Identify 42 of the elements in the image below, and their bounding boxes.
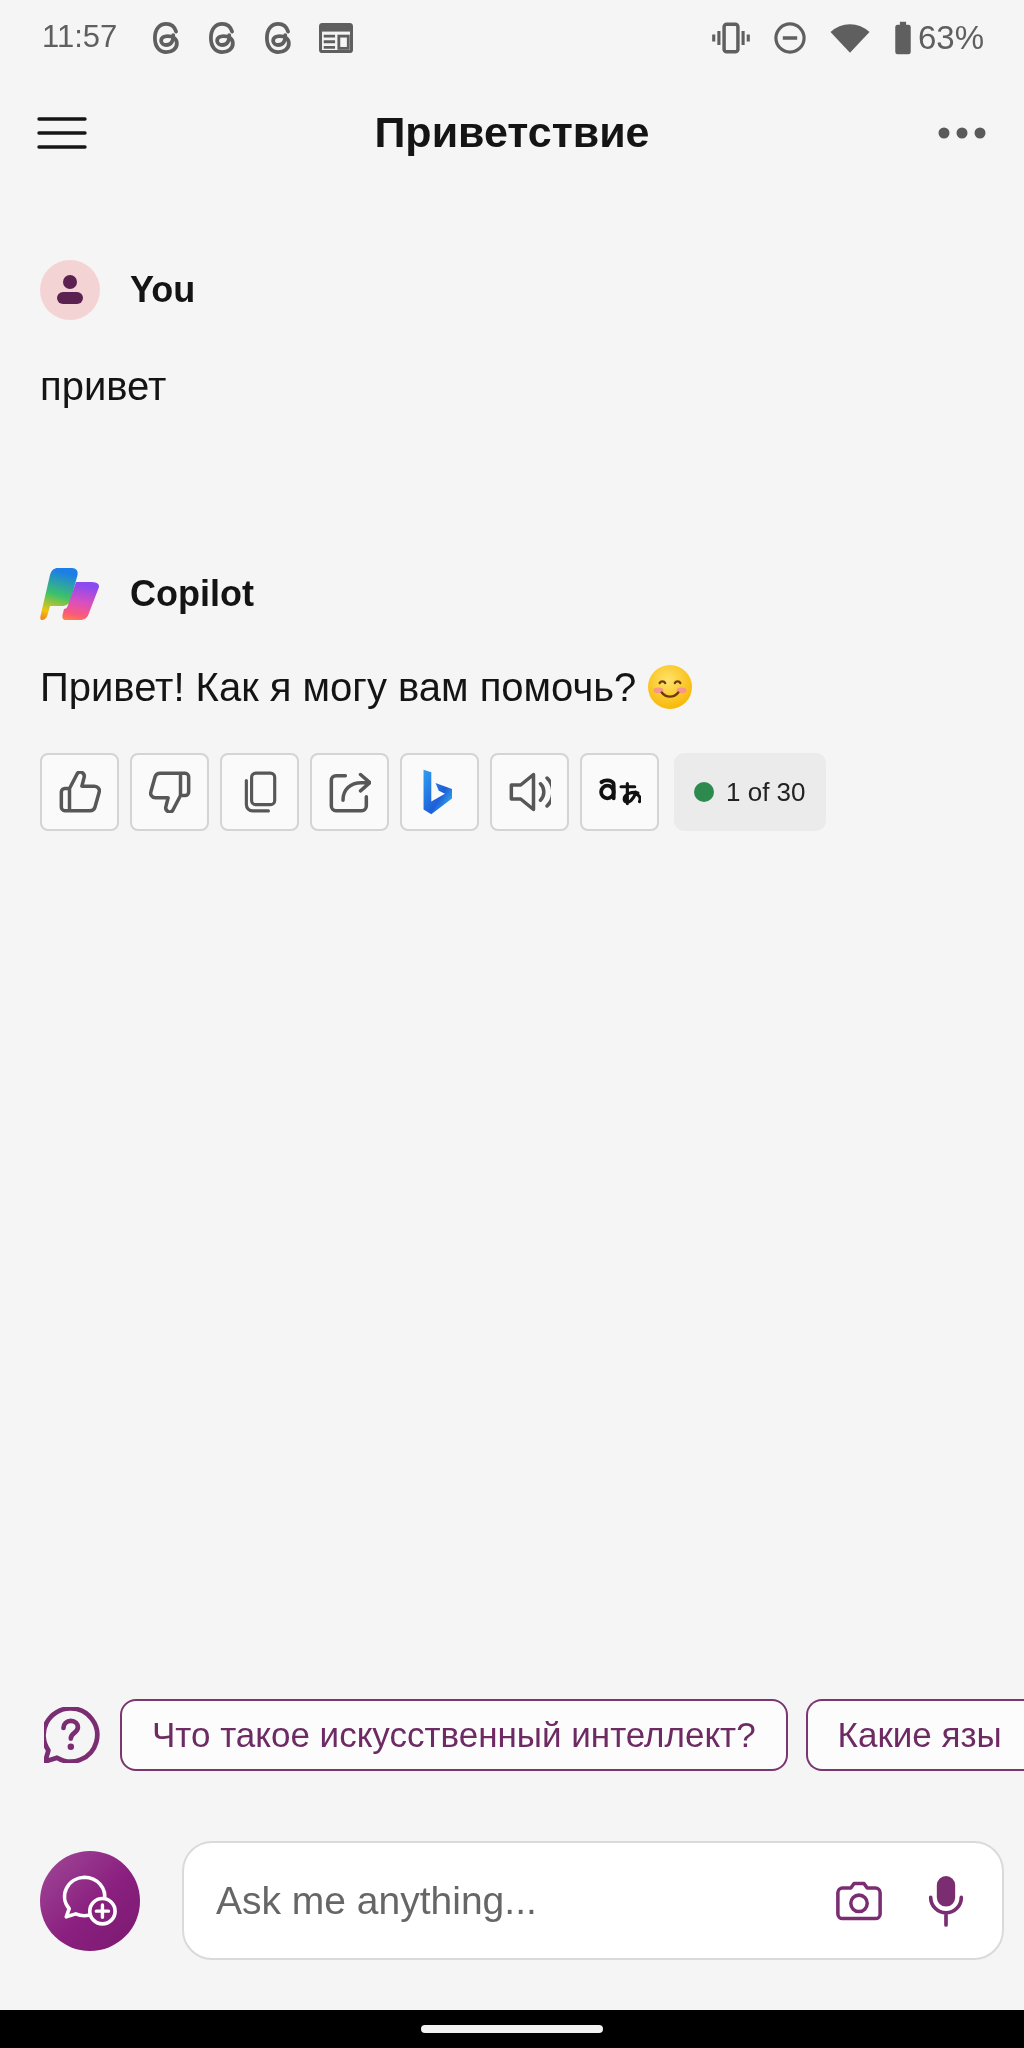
thumbs-up-icon xyxy=(58,771,101,813)
microphone-button[interactable] xyxy=(928,1874,964,1927)
assistant-logo-icon xyxy=(40,566,100,622)
microphone-icon xyxy=(928,1874,964,1927)
search-web-button[interactable] xyxy=(400,753,479,831)
translate-button[interactable] xyxy=(580,753,659,831)
more-options-button[interactable] xyxy=(937,125,987,140)
message-text: привет xyxy=(40,363,167,409)
vibrate-icon xyxy=(711,20,750,55)
suggestion-chip[interactable]: Какие язы xyxy=(805,1699,1024,1771)
do-not-disturb-icon xyxy=(773,21,806,54)
more-icon xyxy=(937,125,987,140)
share-icon xyxy=(328,771,371,813)
thumbs-down-button[interactable] xyxy=(130,753,209,831)
help-bubble-icon xyxy=(44,1707,100,1763)
status-time: 11:57 xyxy=(42,18,118,57)
battery-percent: 63% xyxy=(917,17,984,58)
chat-plus-icon xyxy=(62,1874,118,1927)
message-text: Привет! Как я могу вам помочь? xyxy=(40,664,637,710)
suggestion-chip[interactable]: Что такое искусственный интеллект? xyxy=(120,1699,788,1771)
message-author: You xyxy=(130,268,196,312)
read-aloud-button[interactable] xyxy=(490,753,569,831)
message-field[interactable]: Ask me anything... xyxy=(182,1841,1004,1960)
camera-button[interactable] xyxy=(836,1880,882,1921)
screen-title: Приветствие xyxy=(374,106,650,158)
thumbs-down-icon xyxy=(148,771,191,813)
wifi-icon xyxy=(829,21,870,54)
message-input[interactable]: Ask me anything... xyxy=(214,1870,836,1931)
user-avatar-icon xyxy=(40,260,100,320)
camera-icon xyxy=(836,1880,882,1921)
battery-icon xyxy=(893,20,912,55)
share-button[interactable] xyxy=(310,753,389,831)
menu-icon xyxy=(37,114,87,151)
message-author: Copilot xyxy=(130,572,254,616)
copy-button[interactable] xyxy=(220,753,299,831)
menu-button[interactable] xyxy=(37,114,87,151)
smiling-face-icon xyxy=(648,665,693,709)
newspaper-icon xyxy=(319,21,354,54)
counter-text: 1 of 30 xyxy=(726,775,806,809)
speaker-icon xyxy=(508,771,551,813)
status-dot-icon xyxy=(694,782,714,802)
thumbs-up-button[interactable] xyxy=(40,753,119,831)
